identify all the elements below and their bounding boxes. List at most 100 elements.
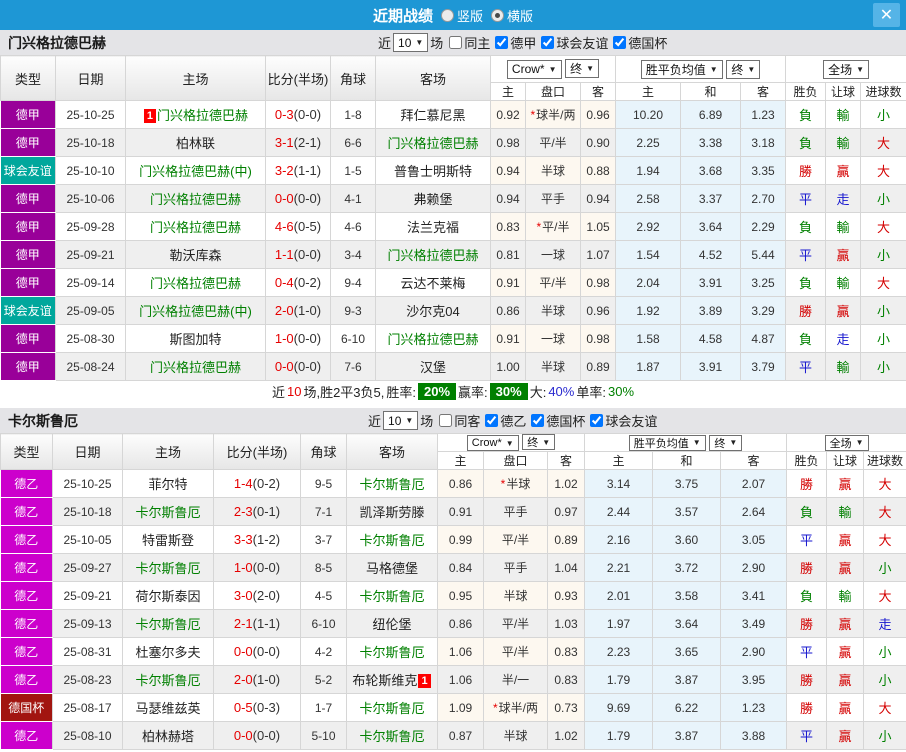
- final-dropdown[interactable]: 终▼: [726, 60, 760, 79]
- league-filter-2[interactable]: 德国杯: [527, 411, 585, 430]
- home-team[interactable]: 门兴格拉德巴赫: [126, 185, 266, 213]
- final-dropdown[interactable]: 终▼: [709, 435, 742, 451]
- avg-draw-odds: 6.22: [653, 694, 721, 722]
- home-team[interactable]: 柏林联: [126, 129, 266, 157]
- col-score: 比分(半场): [266, 56, 331, 101]
- league-checkbox[interactable]: [613, 36, 626, 49]
- home-team[interactable]: 斯图加特: [126, 325, 266, 353]
- match-count-dropdown[interactable]: 10 ▼: [393, 33, 428, 52]
- match-date: 25-09-05: [56, 297, 126, 325]
- away-team[interactable]: 门兴格拉德巴赫: [376, 129, 491, 157]
- home-team[interactable]: 门兴格拉德巴赫: [126, 269, 266, 297]
- away-team[interactable]: 凯泽斯劳滕: [347, 498, 438, 526]
- same-venue-filter[interactable]: 同主: [445, 33, 490, 52]
- match-type-badge: 德甲: [1, 269, 56, 297]
- away-team[interactable]: 卡尔斯鲁厄: [347, 722, 438, 750]
- radio-selected-icon[interactable]: [491, 9, 504, 22]
- home-team[interactable]: 勒沃库森: [126, 241, 266, 269]
- avg-draw-odds: 4.58: [681, 325, 741, 353]
- away-team[interactable]: 卡尔斯鲁厄: [347, 470, 438, 498]
- near-label: 近: [378, 33, 391, 52]
- match-row: 德甲25-10-18柏林联3-1(2-1)6-6门兴格拉德巴赫0.98平/半0.…: [1, 129, 906, 157]
- league-label: 德甲: [510, 33, 536, 52]
- away-odds: 0.93: [548, 582, 585, 610]
- home-team[interactable]: 卡尔斯鲁厄: [123, 610, 214, 638]
- metric-dropdown[interactable]: 胜平负均值▼: [641, 60, 723, 79]
- league-checkbox[interactable]: [485, 414, 498, 427]
- league-filter-1[interactable]: 德甲: [491, 33, 536, 52]
- away-team[interactable]: 门兴格拉德巴赫: [376, 241, 491, 269]
- home-team[interactable]: 卡尔斯鲁厄: [123, 554, 214, 582]
- league-checkbox[interactable]: [590, 414, 603, 427]
- same-venue-filter[interactable]: 同客: [435, 411, 480, 430]
- league-checkbox[interactable]: [495, 36, 508, 49]
- away-team[interactable]: 云达不莱梅: [376, 269, 491, 297]
- away-team[interactable]: 拜仁慕尼黑: [376, 101, 491, 129]
- away-team[interactable]: 法兰克福: [376, 213, 491, 241]
- league-filter-3[interactable]: 球会友谊: [586, 411, 657, 430]
- league-checkbox[interactable]: [541, 36, 554, 49]
- avg-draw-odds: 3.75: [653, 470, 721, 498]
- away-team[interactable]: 卡尔斯鲁厄: [347, 694, 438, 722]
- away-team[interactable]: 门兴格拉德巴赫: [376, 325, 491, 353]
- home-team[interactable]: 荷尔斯泰因: [123, 582, 214, 610]
- home-team[interactable]: 特雷斯登: [123, 526, 214, 554]
- avg-away-odds: 2.90: [721, 638, 787, 666]
- same-venue-checkbox[interactable]: [439, 414, 452, 427]
- home-team[interactable]: 柏林赫塔: [123, 722, 214, 750]
- match-count-dropdown[interactable]: 10 ▼: [383, 411, 418, 430]
- away-odds: 1.04: [548, 554, 585, 582]
- col-type: 类型: [1, 56, 56, 101]
- away-odds: 0.96: [581, 101, 616, 129]
- section-home-team: 门兴格拉德巴赫 近 10 ▼ 场 同主 德甲 球会友谊: [0, 30, 906, 402]
- home-team[interactable]: 门兴格拉德巴赫(中): [126, 297, 266, 325]
- chevron-down-icon: ▼: [542, 438, 550, 447]
- close-button[interactable]: ✕: [873, 3, 900, 27]
- match-score: 0-0(0-0): [214, 722, 301, 750]
- league-filter-1[interactable]: 德乙: [481, 411, 526, 430]
- match-type-badge: 德乙: [1, 666, 53, 694]
- league-checkbox[interactable]: [531, 414, 544, 427]
- home-team[interactable]: 门兴格拉德巴赫: [126, 353, 266, 381]
- away-team[interactable]: 卡尔斯鲁厄: [347, 526, 438, 554]
- away-team[interactable]: 布轮斯维克1: [347, 666, 438, 694]
- away-team[interactable]: 沙尔克04: [376, 297, 491, 325]
- layout-radio-vertical[interactable]: 竖版: [441, 6, 483, 25]
- away-team[interactable]: 卡尔斯鲁厄: [347, 582, 438, 610]
- chevron-down-icon: ▼: [415, 38, 423, 47]
- away-team[interactable]: 纽伦堡: [347, 610, 438, 638]
- home-team[interactable]: 1门兴格拉德巴赫: [126, 101, 266, 129]
- home-team[interactable]: 卡尔斯鲁厄: [123, 498, 214, 526]
- col-avg-draw: 和: [653, 452, 721, 470]
- home-team[interactable]: 门兴格拉德巴赫: [126, 213, 266, 241]
- scope-dropdown[interactable]: 全场▼: [823, 60, 869, 79]
- avg-draw-odds: 6.89: [681, 101, 741, 129]
- match-score: 2-0(1-0): [214, 666, 301, 694]
- goals-result: 小: [861, 185, 906, 213]
- home-team[interactable]: 菲尔特: [123, 470, 214, 498]
- home-team[interactable]: 马瑟维兹英: [123, 694, 214, 722]
- same-venue-checkbox[interactable]: [449, 36, 462, 49]
- away-team[interactable]: 汉堡: [376, 353, 491, 381]
- home-team[interactable]: 杜塞尔多夫: [123, 638, 214, 666]
- final-dropdown[interactable]: 终▼: [565, 59, 599, 78]
- radio-unselected-icon[interactable]: [441, 9, 454, 22]
- metric-dropdown[interactable]: 胜平负均值▼: [629, 435, 706, 451]
- home-odds: 0.87: [438, 722, 484, 750]
- away-team[interactable]: 卡尔斯鲁厄: [347, 638, 438, 666]
- layout-radio-horizontal[interactable]: 横版: [491, 6, 533, 25]
- league-filter-2[interactable]: 球会友谊: [537, 33, 608, 52]
- away-team[interactable]: 马格德堡: [347, 554, 438, 582]
- league-filter-3[interactable]: 德国杯: [609, 33, 667, 52]
- away-team[interactable]: 普鲁士明斯特: [376, 157, 491, 185]
- company-dropdown[interactable]: Crow*▼: [467, 435, 519, 451]
- avg-home-odds: 2.01: [585, 582, 653, 610]
- goals-result: 小: [861, 325, 906, 353]
- scope-dropdown[interactable]: 全场▼: [825, 435, 869, 451]
- home-team[interactable]: 卡尔斯鲁厄: [123, 666, 214, 694]
- company-dropdown[interactable]: Crow*▼: [507, 60, 562, 79]
- home-team[interactable]: 门兴格拉德巴赫(中): [126, 157, 266, 185]
- col-home: 主场: [123, 434, 214, 470]
- final-dropdown[interactable]: 终▼: [522, 434, 555, 450]
- away-team[interactable]: 弗赖堡: [376, 185, 491, 213]
